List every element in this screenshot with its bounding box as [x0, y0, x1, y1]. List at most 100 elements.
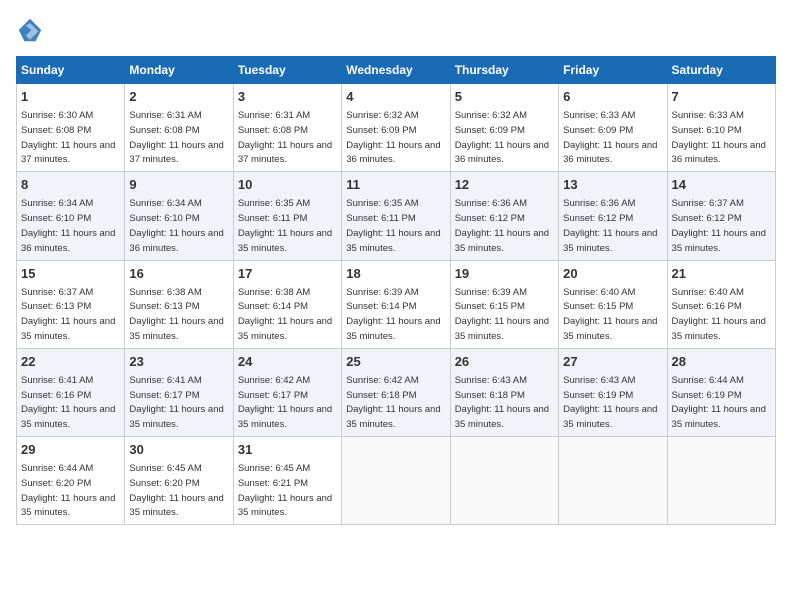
day-number: 24 — [238, 353, 337, 371]
day-info: Sunrise: 6:45 AMSunset: 6:21 PMDaylight:… — [238, 463, 332, 518]
calendar-table: Sunday Monday Tuesday Wednesday Thursday… — [16, 56, 776, 525]
day-info: Sunrise: 6:33 AMSunset: 6:09 PMDaylight:… — [563, 110, 657, 165]
table-row: 13 Sunrise: 6:36 AMSunset: 6:12 PMDaylig… — [559, 172, 667, 260]
calendar-body: 1 Sunrise: 6:30 AMSunset: 6:08 PMDayligh… — [17, 84, 776, 525]
day-info: Sunrise: 6:42 AMSunset: 6:17 PMDaylight:… — [238, 375, 332, 430]
table-row — [559, 437, 667, 525]
day-info: Sunrise: 6:38 AMSunset: 6:14 PMDaylight:… — [238, 287, 332, 342]
day-info: Sunrise: 6:34 AMSunset: 6:10 PMDaylight:… — [21, 198, 115, 253]
col-wednesday: Wednesday — [342, 57, 450, 84]
table-row — [450, 437, 558, 525]
day-number: 14 — [672, 176, 771, 194]
logo — [16, 16, 48, 44]
calendar-week-row: 29 Sunrise: 6:44 AMSunset: 6:20 PMDaylig… — [17, 437, 776, 525]
day-number: 3 — [238, 88, 337, 106]
table-row: 5 Sunrise: 6:32 AMSunset: 6:09 PMDayligh… — [450, 84, 558, 172]
day-info: Sunrise: 6:41 AMSunset: 6:17 PMDaylight:… — [129, 375, 223, 430]
page-header — [16, 16, 776, 44]
table-row: 28 Sunrise: 6:44 AMSunset: 6:19 PMDaylig… — [667, 348, 775, 436]
day-info: Sunrise: 6:43 AMSunset: 6:18 PMDaylight:… — [455, 375, 549, 430]
table-row: 22 Sunrise: 6:41 AMSunset: 6:16 PMDaylig… — [17, 348, 125, 436]
day-info: Sunrise: 6:40 AMSunset: 6:16 PMDaylight:… — [672, 287, 766, 342]
col-monday: Monday — [125, 57, 233, 84]
day-info: Sunrise: 6:38 AMSunset: 6:13 PMDaylight:… — [129, 287, 223, 342]
day-info: Sunrise: 6:33 AMSunset: 6:10 PMDaylight:… — [672, 110, 766, 165]
table-row: 17 Sunrise: 6:38 AMSunset: 6:14 PMDaylig… — [233, 260, 341, 348]
day-number: 9 — [129, 176, 228, 194]
day-number: 25 — [346, 353, 445, 371]
day-info: Sunrise: 6:44 AMSunset: 6:20 PMDaylight:… — [21, 463, 115, 518]
col-friday: Friday — [559, 57, 667, 84]
table-row: 14 Sunrise: 6:37 AMSunset: 6:12 PMDaylig… — [667, 172, 775, 260]
table-row: 31 Sunrise: 6:45 AMSunset: 6:21 PMDaylig… — [233, 437, 341, 525]
day-number: 1 — [21, 88, 120, 106]
table-row: 27 Sunrise: 6:43 AMSunset: 6:19 PMDaylig… — [559, 348, 667, 436]
day-number: 8 — [21, 176, 120, 194]
table-row — [667, 437, 775, 525]
table-row: 3 Sunrise: 6:31 AMSunset: 6:08 PMDayligh… — [233, 84, 341, 172]
table-row: 12 Sunrise: 6:36 AMSunset: 6:12 PMDaylig… — [450, 172, 558, 260]
table-row: 7 Sunrise: 6:33 AMSunset: 6:10 PMDayligh… — [667, 84, 775, 172]
table-row: 10 Sunrise: 6:35 AMSunset: 6:11 PMDaylig… — [233, 172, 341, 260]
day-info: Sunrise: 6:30 AMSunset: 6:08 PMDaylight:… — [21, 110, 115, 165]
day-info: Sunrise: 6:36 AMSunset: 6:12 PMDaylight:… — [563, 198, 657, 253]
table-row: 16 Sunrise: 6:38 AMSunset: 6:13 PMDaylig… — [125, 260, 233, 348]
day-info: Sunrise: 6:37 AMSunset: 6:13 PMDaylight:… — [21, 287, 115, 342]
days-of-week-row: Sunday Monday Tuesday Wednesday Thursday… — [17, 57, 776, 84]
day-number: 2 — [129, 88, 228, 106]
table-row: 26 Sunrise: 6:43 AMSunset: 6:18 PMDaylig… — [450, 348, 558, 436]
table-row — [342, 437, 450, 525]
day-info: Sunrise: 6:32 AMSunset: 6:09 PMDaylight:… — [455, 110, 549, 165]
day-info: Sunrise: 6:39 AMSunset: 6:14 PMDaylight:… — [346, 287, 440, 342]
col-saturday: Saturday — [667, 57, 775, 84]
day-number: 10 — [238, 176, 337, 194]
table-row: 20 Sunrise: 6:40 AMSunset: 6:15 PMDaylig… — [559, 260, 667, 348]
day-info: Sunrise: 6:41 AMSunset: 6:16 PMDaylight:… — [21, 375, 115, 430]
logo-icon — [16, 16, 44, 44]
day-info: Sunrise: 6:42 AMSunset: 6:18 PMDaylight:… — [346, 375, 440, 430]
calendar-week-row: 8 Sunrise: 6:34 AMSunset: 6:10 PMDayligh… — [17, 172, 776, 260]
table-row: 23 Sunrise: 6:41 AMSunset: 6:17 PMDaylig… — [125, 348, 233, 436]
day-number: 4 — [346, 88, 445, 106]
day-info: Sunrise: 6:45 AMSunset: 6:20 PMDaylight:… — [129, 463, 223, 518]
day-number: 29 — [21, 441, 120, 459]
table-row: 24 Sunrise: 6:42 AMSunset: 6:17 PMDaylig… — [233, 348, 341, 436]
day-number: 22 — [21, 353, 120, 371]
calendar-header: Sunday Monday Tuesday Wednesday Thursday… — [17, 57, 776, 84]
day-number: 11 — [346, 176, 445, 194]
table-row: 21 Sunrise: 6:40 AMSunset: 6:16 PMDaylig… — [667, 260, 775, 348]
day-number: 28 — [672, 353, 771, 371]
table-row: 19 Sunrise: 6:39 AMSunset: 6:15 PMDaylig… — [450, 260, 558, 348]
day-number: 15 — [21, 265, 120, 283]
day-info: Sunrise: 6:35 AMSunset: 6:11 PMDaylight:… — [346, 198, 440, 253]
day-info: Sunrise: 6:34 AMSunset: 6:10 PMDaylight:… — [129, 198, 223, 253]
table-row: 11 Sunrise: 6:35 AMSunset: 6:11 PMDaylig… — [342, 172, 450, 260]
day-number: 12 — [455, 176, 554, 194]
day-number: 19 — [455, 265, 554, 283]
day-number: 16 — [129, 265, 228, 283]
day-number: 6 — [563, 88, 662, 106]
col-tuesday: Tuesday — [233, 57, 341, 84]
table-row: 25 Sunrise: 6:42 AMSunset: 6:18 PMDaylig… — [342, 348, 450, 436]
table-row: 6 Sunrise: 6:33 AMSunset: 6:09 PMDayligh… — [559, 84, 667, 172]
table-row: 8 Sunrise: 6:34 AMSunset: 6:10 PMDayligh… — [17, 172, 125, 260]
day-number: 5 — [455, 88, 554, 106]
calendar-week-row: 1 Sunrise: 6:30 AMSunset: 6:08 PMDayligh… — [17, 84, 776, 172]
day-number: 30 — [129, 441, 228, 459]
table-row: 1 Sunrise: 6:30 AMSunset: 6:08 PMDayligh… — [17, 84, 125, 172]
day-info: Sunrise: 6:37 AMSunset: 6:12 PMDaylight:… — [672, 198, 766, 253]
day-number: 27 — [563, 353, 662, 371]
day-info: Sunrise: 6:40 AMSunset: 6:15 PMDaylight:… — [563, 287, 657, 342]
day-info: Sunrise: 6:43 AMSunset: 6:19 PMDaylight:… — [563, 375, 657, 430]
day-number: 26 — [455, 353, 554, 371]
table-row: 4 Sunrise: 6:32 AMSunset: 6:09 PMDayligh… — [342, 84, 450, 172]
col-thursday: Thursday — [450, 57, 558, 84]
col-sunday: Sunday — [17, 57, 125, 84]
table-row: 18 Sunrise: 6:39 AMSunset: 6:14 PMDaylig… — [342, 260, 450, 348]
day-info: Sunrise: 6:35 AMSunset: 6:11 PMDaylight:… — [238, 198, 332, 253]
day-number: 23 — [129, 353, 228, 371]
day-info: Sunrise: 6:39 AMSunset: 6:15 PMDaylight:… — [455, 287, 549, 342]
day-info: Sunrise: 6:44 AMSunset: 6:19 PMDaylight:… — [672, 375, 766, 430]
table-row: 30 Sunrise: 6:45 AMSunset: 6:20 PMDaylig… — [125, 437, 233, 525]
day-number: 17 — [238, 265, 337, 283]
